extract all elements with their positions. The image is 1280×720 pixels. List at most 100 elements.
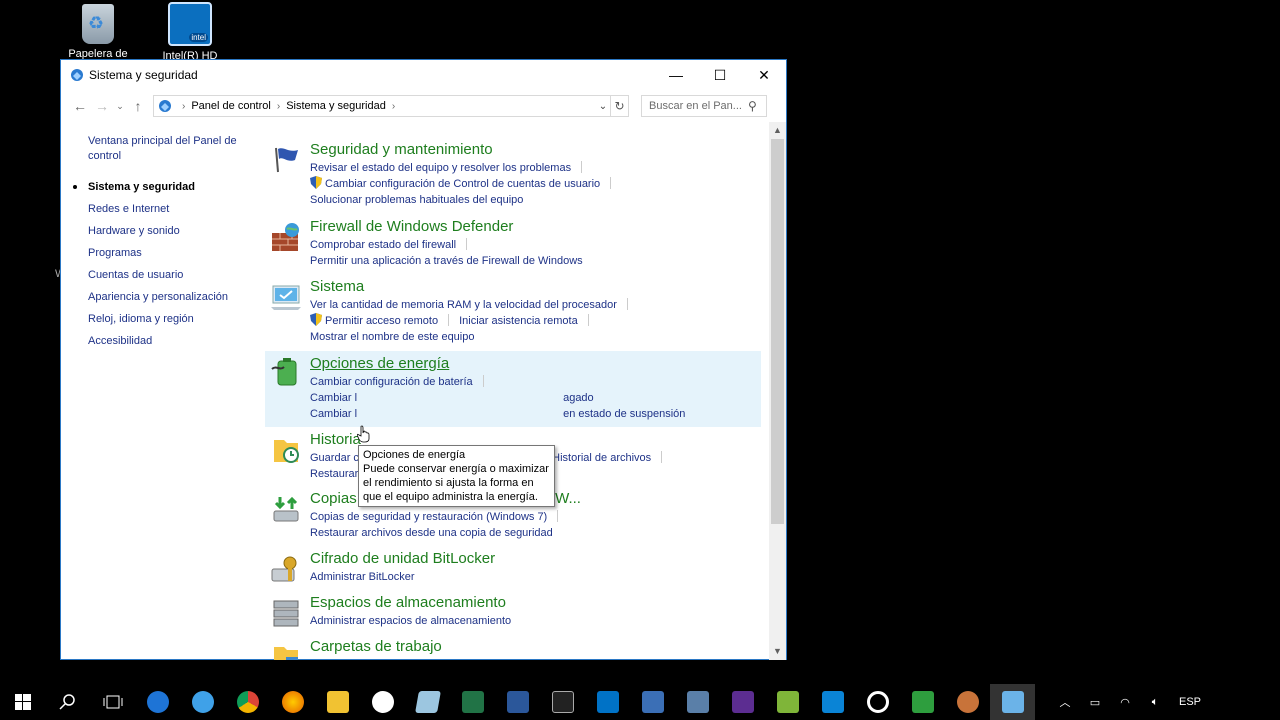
recent-locations-chevron-icon[interactable]: ⌄: [113, 95, 127, 117]
task-link[interactable]: Administrar espacios de almacenamiento: [310, 613, 511, 629]
task-link[interactable]: Solucionar problemas habituales del equi…: [310, 192, 523, 208]
taskbar-app-soccer[interactable]: [360, 684, 405, 720]
task-link[interactable]: Revisar el estado del equipo y resolver …: [310, 160, 571, 176]
taskbar-app-glove[interactable]: [945, 684, 990, 720]
task-link[interactable]: Iniciar asistencia remota: [459, 313, 578, 329]
tooltip-body: Puede conservar energía o maximizar el r…: [363, 463, 549, 503]
scroll-down-icon[interactable]: ▼: [769, 643, 786, 660]
task-link[interactable]: Ver la cantidad de memoria RAM y la velo…: [310, 297, 617, 313]
vertical-scrollbar[interactable]: ▲ ▼: [769, 122, 786, 660]
breadcrumb-separator-icon[interactable]: ›: [182, 101, 185, 112]
up-arrow-icon[interactable]: ↑: [127, 95, 149, 117]
nav-item-clock-region[interactable]: Reloj, idioma y región: [88, 308, 261, 330]
control-panel-icon: [159, 100, 171, 112]
start-button[interactable]: [0, 684, 45, 720]
taskbar-app-target[interactable]: [855, 684, 900, 720]
show-hidden-icons-chevron-icon[interactable]: ︿: [1050, 694, 1080, 710]
category-title[interactable]: Carpetas de trabajo: [310, 637, 761, 657]
nav-item-user-accounts[interactable]: Cuentas de usuario: [88, 264, 261, 286]
volume-icon[interactable]: 🔈︎: [1140, 696, 1170, 709]
nav-item-appearance[interactable]: Apariencia y personalización: [88, 286, 261, 308]
category-title[interactable]: Firewall de Windows Defender: [310, 217, 761, 237]
wifi-icon[interactable]: ◠: [1110, 696, 1140, 709]
refresh-icon[interactable]: ↻: [610, 96, 628, 116]
taskbar-app-control-panel[interactable]: [990, 684, 1035, 720]
taskbar-app-network[interactable]: [630, 684, 675, 720]
scroll-thumb[interactable]: [771, 139, 784, 524]
address-dropdown-icon[interactable]: ⌄: [596, 101, 610, 112]
task-link[interactable]: Cambiar configuración de batería: [310, 374, 473, 390]
task-link[interactable]: Mostrar el nombre de este equipo: [310, 329, 474, 345]
battery-power-icon: [271, 358, 297, 386]
file-history-icon: [274, 440, 299, 463]
nav-item-network[interactable]: Redes e Internet: [88, 198, 261, 220]
taskbar-app-word[interactable]: [495, 684, 540, 720]
category-firewall: Firewall de Windows Defender Comprobar e…: [265, 217, 761, 269]
nav-item-programs[interactable]: Programas: [88, 242, 261, 264]
breadcrumb-control-panel[interactable]: Panel de control: [191, 100, 271, 112]
taskbar-app-edge[interactable]: [135, 684, 180, 720]
taskbar-app-network-share[interactable]: [675, 684, 720, 720]
task-link[interactable]: Permitir acceso remoto: [325, 313, 438, 329]
taskbar-app-firefox[interactable]: [270, 684, 315, 720]
category-list: Seguridad y mantenimiento Revisar el est…: [265, 122, 765, 660]
search-icon[interactable]: ⚲: [748, 99, 766, 113]
minimize-button[interactable]: —: [654, 60, 698, 90]
close-button[interactable]: ✕: [742, 60, 786, 90]
forward-arrow-icon[interactable]: →: [91, 95, 113, 117]
excel-icon: [461, 691, 484, 713]
taskbar-app-visualstudio[interactable]: [720, 684, 765, 720]
task-link[interactable]: agado: [563, 390, 594, 406]
recycle-bin-desktop-icon[interactable]: Papelera de: [60, 2, 136, 60]
search-input[interactable]: Buscar en el Pan... ⚲: [641, 95, 767, 117]
breadcrumb-separator-icon[interactable]: ›: [392, 101, 395, 112]
control-panel-icon: [1001, 691, 1024, 713]
control-panel-home-link[interactable]: Ventana principal del Panel de control: [88, 134, 248, 164]
soccer-ball-icon: [371, 691, 394, 713]
task-link[interactable]: Cambiar configuración de Control de cuen…: [325, 176, 600, 192]
battery-icon[interactable]: ▭: [1080, 696, 1110, 709]
task-link[interactable]: Copias de seguridad y restauración (Wind…: [310, 509, 547, 525]
taskbar-app-excel[interactable]: [450, 684, 495, 720]
edge-icon: [146, 691, 169, 713]
taskbar-app-chrome[interactable]: [225, 684, 270, 720]
back-arrow-icon[interactable]: ←: [69, 95, 91, 117]
category-title[interactable]: Seguridad y mantenimiento: [310, 140, 761, 160]
category-title[interactable]: Espacios de almacenamiento: [310, 593, 761, 613]
taskbar-app-cmd[interactable]: [540, 684, 585, 720]
task-link[interactable]: Cambiar l: [310, 406, 357, 422]
nav-item-hardware-sound[interactable]: Hardware y sonido: [88, 220, 261, 242]
category-storage-spaces: Espacios de almacenamiento Administrar e…: [265, 593, 761, 629]
task-link[interactable]: Administrar BitLocker: [310, 569, 415, 585]
task-link[interactable]: Restaurar archivos desde una copia de se…: [310, 525, 553, 541]
taskbar-app-eye[interactable]: [900, 684, 945, 720]
task-link[interactable]: en estado de suspensión: [563, 406, 685, 422]
command-prompt-icon: [551, 691, 574, 713]
taskbar-app-explorer[interactable]: [315, 684, 360, 720]
network-computer-icon: [641, 691, 664, 713]
nav-item-accessibility[interactable]: Accesibilidad: [88, 330, 261, 352]
task-view-button[interactable]: [90, 684, 135, 720]
address-bar[interactable]: › Panel de control › Sistema y seguridad…: [153, 95, 629, 117]
category-security-maintenance: Seguridad y mantenimiento Revisar el est…: [265, 140, 761, 208]
scroll-up-icon[interactable]: ▲: [769, 122, 786, 139]
search-taskbar-button[interactable]: [45, 684, 90, 720]
task-link[interactable]: Comprobar estado del firewall: [310, 237, 456, 253]
maximize-button[interactable]: ☐: [698, 60, 742, 90]
taskbar-app-vmware[interactable]: [765, 684, 810, 720]
category-title[interactable]: Opciones de energía: [310, 354, 761, 374]
control-panel-icon: [71, 69, 83, 81]
category-title[interactable]: Sistema: [310, 277, 761, 297]
breadcrumb-system-security[interactable]: Sistema y seguridad: [286, 100, 386, 112]
task-link[interactable]: Cambiar l: [310, 390, 357, 406]
taskbar-app-ie[interactable]: [180, 684, 225, 720]
task-link[interactable]: Permitir una aplicación a través de Fire…: [310, 253, 583, 269]
taskbar-app-remote[interactable]: [810, 684, 855, 720]
taskbar-app-notes[interactable]: [405, 684, 450, 720]
language-indicator[interactable]: ESP: [1170, 696, 1210, 708]
intel-hd-desktop-icon[interactable]: Intel(R) HD: [152, 2, 228, 62]
category-title[interactable]: Cifrado de unidad BitLocker: [310, 549, 761, 569]
internet-explorer-icon: [191, 691, 214, 713]
taskbar-app-outlook[interactable]: [585, 684, 630, 720]
breadcrumb-separator-icon[interactable]: ›: [277, 101, 280, 112]
